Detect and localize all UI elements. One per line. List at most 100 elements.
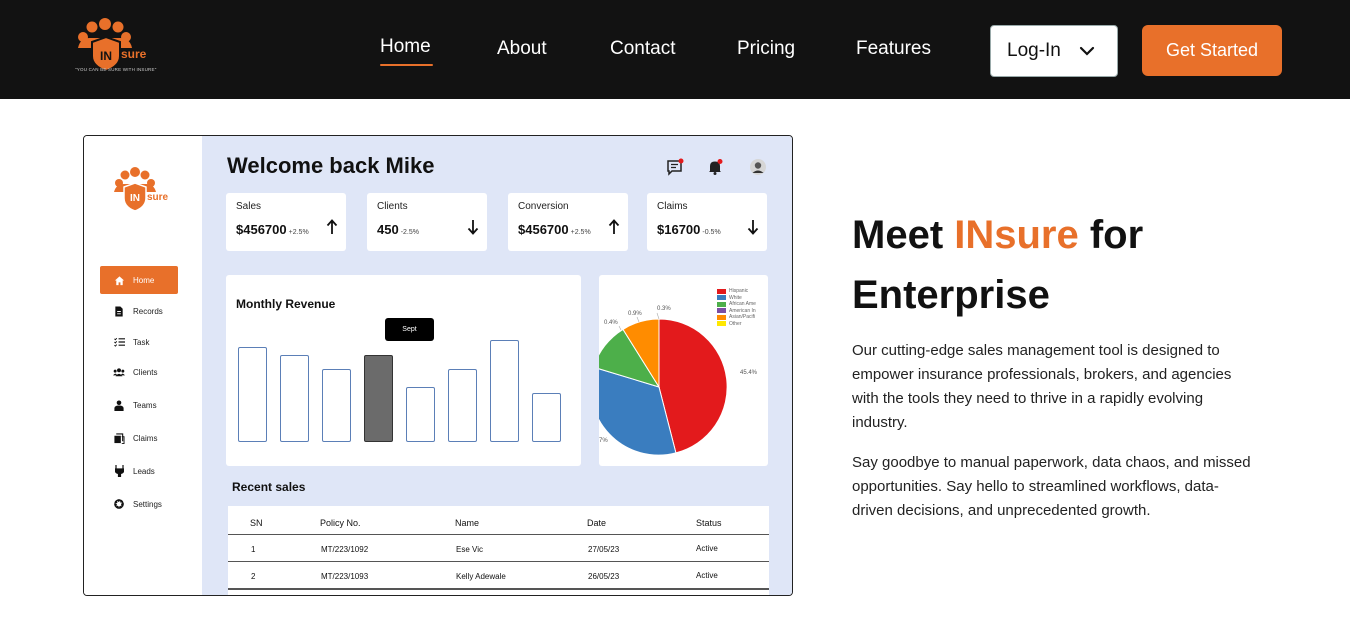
nav-features[interactable]: Features — [856, 38, 931, 60]
table-cell: MT/223/1092 — [321, 545, 369, 554]
table-cell: 27/05/23 — [588, 545, 620, 554]
pie-label: 0.3% — [657, 306, 671, 312]
sidebar-item-task[interactable]: Task — [100, 328, 178, 356]
avatar[interactable] — [749, 158, 767, 176]
sidebar-item-label: Home — [133, 275, 155, 285]
home-icon — [113, 274, 125, 286]
stat-label: Clients — [377, 201, 408, 212]
chevron-down-icon — [1079, 46, 1095, 56]
sidebar-item-label: Claims — [133, 433, 158, 443]
revenue-bar[interactable] — [490, 340, 519, 442]
insure-logo-small: IN sure — [114, 167, 169, 212]
records-icon — [113, 305, 125, 317]
settings-icon — [113, 498, 125, 510]
legend-item: Other — [717, 321, 756, 328]
table-cell: 26/05/23 — [588, 572, 620, 581]
sidebar-item-clients[interactable]: Clients — [100, 358, 178, 386]
hero-paragraph-1: Our cutting-edge sales management tool i… — [852, 342, 1232, 431]
sidebar-item-label: Settings — [133, 499, 162, 509]
table-cell: MT/223/1093 — [321, 572, 369, 581]
stat-card-sales[interactable]: Sales $456700 +2.5% — [226, 193, 346, 251]
claims-icon — [113, 432, 125, 444]
revenue-bar[interactable] — [406, 387, 435, 442]
stat-label: Claims — [657, 201, 688, 212]
revenue-bar[interactable] — [322, 369, 351, 442]
leads-icon — [113, 465, 125, 477]
column-header: Name — [455, 518, 480, 528]
pie-label: 45.4% — [740, 370, 758, 376]
sidebar-item-records[interactable]: Records — [100, 297, 178, 325]
table-cell: Ese Vic — [456, 545, 483, 554]
svg-text:IN: IN — [100, 49, 112, 63]
column-header: SN — [250, 518, 263, 528]
stat-card-claims[interactable]: Claims $16700 -0.5% — [647, 193, 767, 251]
nav-about[interactable]: About — [497, 38, 547, 60]
revenue-bar[interactable] — [532, 393, 561, 442]
hero-title-brand: INsure — [954, 213, 1079, 257]
stat-label: Conversion — [518, 201, 569, 212]
hero-title: Meet INsure for Enterprise — [852, 213, 1144, 317]
sidebar-item-label: Records — [133, 306, 163, 316]
nav-contact[interactable]: Contact — [610, 38, 675, 60]
get-started-button[interactable]: Get Started — [1142, 25, 1282, 76]
sidebar-item-home[interactable]: Home — [100, 266, 178, 294]
task-icon — [113, 336, 125, 348]
stat-change: +2.5% — [570, 229, 591, 236]
legend-item: African Ame — [717, 301, 756, 308]
status-badge: Active — [696, 571, 718, 580]
stat-value: $456700 +2.5% — [518, 222, 591, 237]
revenue-bar[interactable] — [448, 369, 477, 442]
recent-sales-table: SN Policy No. Name Date Status 1 MT/223/… — [228, 506, 769, 595]
hero-title-line2: Enterprise — [852, 273, 1050, 317]
stat-label: Sales — [236, 201, 262, 212]
arrow-down-icon — [747, 220, 759, 235]
legend-item: American In — [717, 308, 756, 315]
arrow-up-icon — [608, 219, 620, 234]
column-header: Date — [587, 518, 607, 528]
bar-tooltip: Sept — [385, 318, 434, 341]
sidebar-item-teams[interactable]: Teams — [100, 391, 178, 419]
table-cell: Kelly Adewale — [456, 572, 506, 581]
monthly-revenue-card: Monthly Revenue Sept — [226, 275, 581, 466]
clients-icon — [113, 366, 125, 378]
messages-icon[interactable] — [666, 158, 684, 176]
stat-change: -2.5% — [400, 229, 419, 236]
pie-label: 0.9% — [628, 311, 642, 317]
table-cell: 2 — [251, 572, 256, 581]
nav-pricing[interactable]: Pricing — [737, 38, 795, 60]
revenue-bar[interactable] — [364, 355, 393, 442]
pie-legend: Hispanic White African Ame American In A… — [717, 288, 756, 327]
welcome-heading: Welcome back Mike — [227, 153, 435, 178]
top-navbar: IN sure "YOU CAN BE SURE WITH INSURE" Ho… — [0, 0, 1350, 99]
nav-home-underline — [380, 36, 433, 66]
sidebar-item-label: Leads — [133, 466, 155, 476]
dashboard-preview: IN sure Home Records Task Clients Teams … — [83, 135, 793, 596]
stat-card-clients[interactable]: Clients 450 -2.5% — [367, 193, 487, 251]
pie-label: 0.4% — [604, 320, 618, 326]
stat-card-conversion[interactable]: Conversion $456700 +2.5% — [508, 193, 628, 251]
sidebar-item-settings[interactable]: Settings — [100, 490, 178, 518]
row-divider — [228, 588, 769, 590]
svg-text:IN: IN — [130, 193, 140, 204]
login-dropdown[interactable]: Log-In — [990, 25, 1118, 77]
stat-change: -0.5% — [702, 229, 721, 236]
notification-bell-icon[interactable] — [706, 158, 724, 176]
stat-change: +2.5% — [288, 229, 309, 236]
column-header: Status — [696, 518, 722, 528]
sidebar-item-leads[interactable]: Leads — [100, 457, 178, 485]
hero-paragraph-2: Say goodbye to manual paperwork, data ch… — [852, 454, 1251, 519]
revenue-bar[interactable] — [280, 355, 309, 442]
monthly-revenue-title: Monthly Revenue — [236, 297, 336, 311]
logo-tagline: "YOU CAN BE SURE WITH INSURE" — [75, 67, 157, 72]
sidebar-item-label: Clients — [133, 367, 158, 377]
stat-value: 450 -2.5% — [377, 222, 419, 237]
teams-icon — [113, 399, 125, 411]
revenue-bar[interactable] — [238, 347, 267, 442]
arrow-up-icon — [326, 219, 338, 234]
legend-item: Asian/Pacifi — [717, 314, 756, 321]
row-divider — [228, 561, 769, 562]
dashboard-main: Welcome back Mike Sales $456700 +2.5% Cli… — [202, 136, 792, 595]
sidebar-item-claims[interactable]: Claims — [100, 424, 178, 452]
pie-label: 7% — [599, 438, 608, 444]
sidebar-item-label: Task — [133, 337, 150, 347]
